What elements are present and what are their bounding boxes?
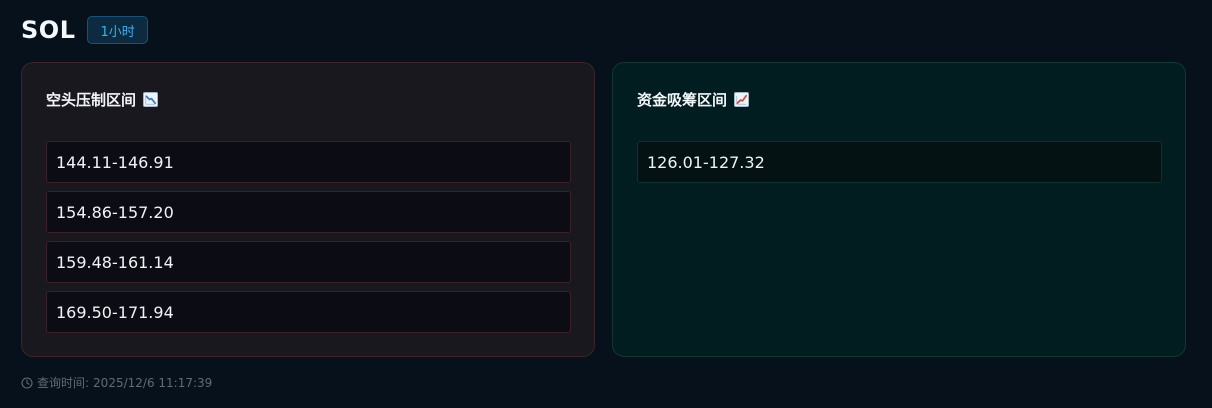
clock-icon: [21, 376, 33, 389]
accumulation-title: 资金吸筹区间: [637, 89, 750, 110]
short-pressure-title-text: 空头压制区间: [46, 91, 137, 109]
chart-decreasing-icon: [143, 92, 159, 107]
header: SOL 1小时: [21, 14, 148, 46]
timeframe-badge[interactable]: 1小时: [87, 16, 148, 44]
short-pressure-title: 空头压制区间: [46, 89, 159, 110]
query-time-value: 2025/12/6 11:17:39: [93, 375, 213, 390]
range-row: 144.11-146.91: [46, 141, 571, 183]
short-pressure-list: 144.11-146.91 154.86-157.20 159.48-161.1…: [46, 141, 571, 341]
symbol-title: SOL: [21, 16, 76, 44]
range-row: 126.01-127.32: [637, 141, 1162, 183]
query-time-label: 查询时间:: [37, 376, 90, 390]
range-row: 154.86-157.20: [46, 191, 571, 233]
chart-increasing-icon: [734, 92, 750, 107]
accumulation-list: 126.01-127.32: [637, 141, 1162, 191]
range-row: 159.48-161.14: [46, 241, 571, 283]
short-pressure-panel: 空头压制区间 144.11-146.91 154.86-157.20 159.4…: [21, 62, 595, 357]
accumulation-title-text: 资金吸筹区间: [637, 91, 728, 109]
accumulation-panel: 资金吸筹区间 126.01-127.32: [612, 62, 1186, 357]
range-row: 169.50-171.94: [46, 291, 571, 333]
query-time-footer: 查询时间: 2025/12/6 11:17:39: [21, 374, 212, 391]
